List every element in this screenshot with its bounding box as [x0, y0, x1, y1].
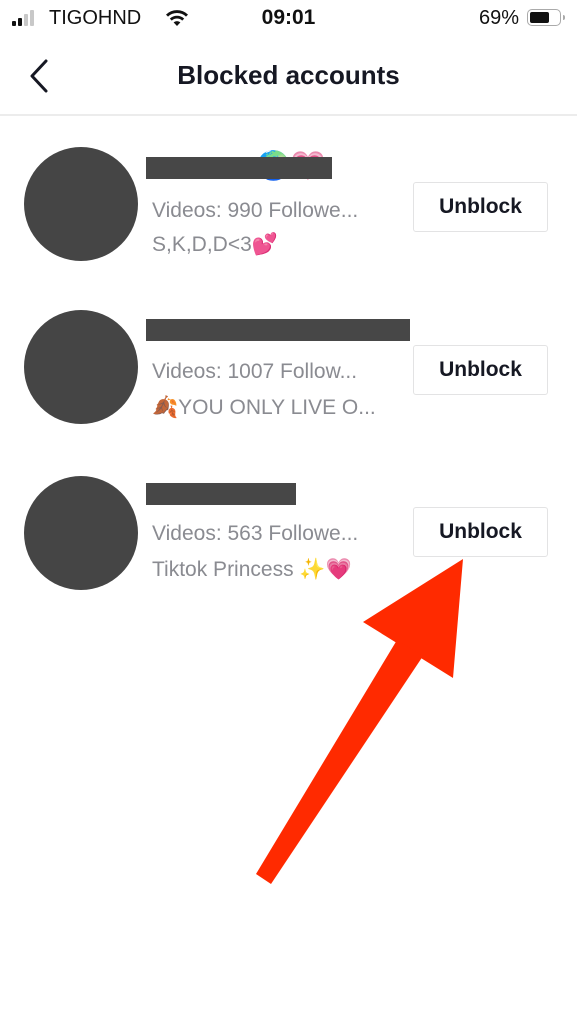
account-name[interactable]	[146, 319, 410, 345]
account-name[interactable]: 🌍💗	[146, 150, 336, 183]
name-redaction-bar	[146, 319, 410, 341]
battery-percent: 69%	[478, 7, 519, 29]
status-bar: TIGOHND 09:01 69%	[0, 0, 577, 38]
blocked-account-row: Videos: 1007 Follow... 🍂YOU ONLY LIVE O.…	[0, 308, 577, 428]
account-bio: S,K,D,D<3💕	[152, 233, 278, 256]
blocked-account-row: 🌍💗 Videos: 990 Followe... S,K,D,D<3💕 Unb…	[0, 145, 577, 265]
account-stats: Videos: 563 Followe...	[152, 522, 359, 545]
account-stats: Videos: 1007 Follow...	[152, 360, 358, 383]
name-redaction-bar	[146, 157, 332, 179]
page-title: Blocked accounts	[177, 60, 400, 90]
unblock-button[interactable]: Unblock	[413, 182, 548, 232]
unblock-button[interactable]: Unblock	[413, 507, 548, 557]
avatar[interactable]	[24, 310, 138, 424]
name-redaction-bar	[146, 483, 296, 505]
avatar[interactable]	[24, 476, 138, 590]
account-bio: 🍂YOU ONLY LIVE O...	[152, 396, 376, 419]
unblock-button[interactable]: Unblock	[413, 345, 548, 395]
avatar[interactable]	[24, 147, 138, 261]
account-name[interactable]	[146, 483, 296, 509]
nav-header: Blocked accounts	[0, 40, 577, 116]
account-bio: Tiktok Princess ✨💗	[152, 558, 352, 581]
arrow-shaft	[256, 640, 423, 884]
account-stats: Videos: 990 Followe...	[152, 199, 359, 222]
battery-icon	[527, 9, 565, 26]
blocked-account-row: Videos: 563 Followe... Tiktok Princess ✨…	[0, 474, 577, 594]
